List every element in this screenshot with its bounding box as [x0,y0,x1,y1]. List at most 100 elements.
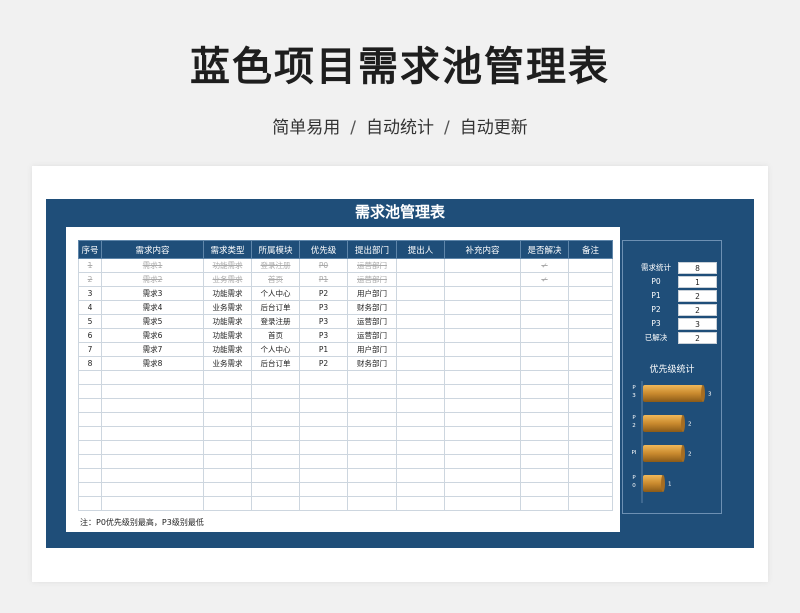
table-cell-empty[interactable] [101,440,204,455]
table-cell-empty[interactable] [520,468,569,483]
table-cell-empty[interactable] [520,426,569,441]
table-cell-empty[interactable] [203,370,252,385]
table-cell-empty[interactable] [520,496,569,511]
table-cell-module[interactable]: 个人中心 [251,342,300,357]
table-cell-no[interactable]: 4 [78,300,102,315]
table-cell-dept[interactable]: 财务部门 [347,356,397,371]
table-cell-empty[interactable] [203,384,252,399]
table-cell-empty[interactable] [396,440,445,455]
table-cell-empty[interactable] [568,482,613,497]
table-cell-empty[interactable] [101,384,204,399]
table-cell-empty[interactable] [396,370,445,385]
table-cell-empty[interactable] [101,482,204,497]
table-cell-dept[interactable]: 运营部门 [347,272,397,287]
table-cell-empty[interactable] [251,440,300,455]
table-cell-extra[interactable] [444,356,521,371]
table-cell-empty[interactable] [101,398,204,413]
table-cell-empty[interactable] [78,482,102,497]
table-cell-empty[interactable] [101,426,204,441]
table-cell-remark[interactable] [568,286,613,301]
table-cell-remark[interactable] [568,300,613,315]
table-cell-empty[interactable] [347,426,397,441]
table-cell-resolved[interactable] [520,342,569,357]
table-cell-dept[interactable]: 财务部门 [347,300,397,315]
table-cell-module[interactable]: 后台订单 [251,356,300,371]
stat-value[interactable]: 1 [678,276,717,288]
table-cell-resolved[interactable]: ✓ [520,272,569,287]
table-cell-resolved[interactable] [520,286,569,301]
table-cell-empty[interactable] [78,454,102,469]
table-cell-person[interactable] [396,314,445,329]
table-cell-person[interactable] [396,356,445,371]
table-cell-empty[interactable] [78,468,102,483]
table-cell-extra[interactable] [444,286,521,301]
table-cell-type[interactable]: 功能需求 [203,286,252,301]
table-cell-empty[interactable] [444,426,521,441]
table-cell-empty[interactable] [299,398,348,413]
table-cell-priority[interactable]: P2 [299,356,348,371]
table-cell-empty[interactable] [101,370,204,385]
table-cell-type[interactable]: 功能需求 [203,258,252,273]
table-cell-empty[interactable] [568,454,613,469]
table-cell-priority[interactable]: P2 [299,286,348,301]
table-cell-empty[interactable] [444,454,521,469]
table-cell-resolved[interactable] [520,356,569,371]
table-cell-extra[interactable] [444,272,521,287]
table-cell-empty[interactable] [251,454,300,469]
table-cell-module[interactable]: 首页 [251,272,300,287]
table-cell-remark[interactable] [568,314,613,329]
table-cell-empty[interactable] [251,496,300,511]
table-cell-empty[interactable] [396,454,445,469]
table-cell-type[interactable]: 功能需求 [203,328,252,343]
table-cell-no[interactable]: 7 [78,342,102,357]
table-cell-content[interactable]: 需求6 [101,328,204,343]
table-cell-dept[interactable]: 运营部门 [347,258,397,273]
table-cell-empty[interactable] [251,426,300,441]
table-cell-empty[interactable] [203,398,252,413]
table-cell-empty[interactable] [203,482,252,497]
table-cell-empty[interactable] [396,426,445,441]
table-cell-empty[interactable] [568,384,613,399]
table-cell-empty[interactable] [396,496,445,511]
table-cell-empty[interactable] [78,496,102,511]
table-cell-no[interactable]: 1 [78,258,102,273]
table-cell-empty[interactable] [347,496,397,511]
table-cell-empty[interactable] [251,412,300,427]
table-cell-empty[interactable] [299,440,348,455]
table-cell-empty[interactable] [347,370,397,385]
table-cell-empty[interactable] [101,412,204,427]
table-cell-empty[interactable] [299,384,348,399]
table-cell-person[interactable] [396,258,445,273]
table-cell-dept[interactable]: 运营部门 [347,328,397,343]
table-cell-empty[interactable] [251,370,300,385]
table-cell-empty[interactable] [444,440,521,455]
table-cell-empty[interactable] [347,482,397,497]
table-cell-resolved[interactable] [520,300,569,315]
table-cell-empty[interactable] [396,482,445,497]
table-cell-empty[interactable] [568,370,613,385]
table-cell-empty[interactable] [251,384,300,399]
table-cell-module[interactable]: 登录注册 [251,258,300,273]
table-cell-no[interactable]: 2 [78,272,102,287]
table-cell-person[interactable] [396,342,445,357]
table-cell-person[interactable] [396,286,445,301]
table-cell-empty[interactable] [299,426,348,441]
table-cell-extra[interactable] [444,314,521,329]
table-cell-empty[interactable] [396,412,445,427]
table-cell-module[interactable]: 首页 [251,328,300,343]
table-cell-extra[interactable] [444,342,521,357]
table-cell-empty[interactable] [299,482,348,497]
table-cell-empty[interactable] [444,496,521,511]
table-cell-content[interactable]: 需求4 [101,300,204,315]
table-cell-resolved[interactable]: ✓ [520,258,569,273]
table-cell-priority[interactable]: P3 [299,328,348,343]
table-cell-remark[interactable] [568,342,613,357]
table-cell-empty[interactable] [101,454,204,469]
table-cell-content[interactable]: 需求2 [101,272,204,287]
table-cell-empty[interactable] [251,468,300,483]
table-cell-empty[interactable] [203,468,252,483]
table-cell-empty[interactable] [568,440,613,455]
stat-value[interactable]: 2 [678,304,717,316]
table-cell-empty[interactable] [299,370,348,385]
table-cell-empty[interactable] [520,440,569,455]
